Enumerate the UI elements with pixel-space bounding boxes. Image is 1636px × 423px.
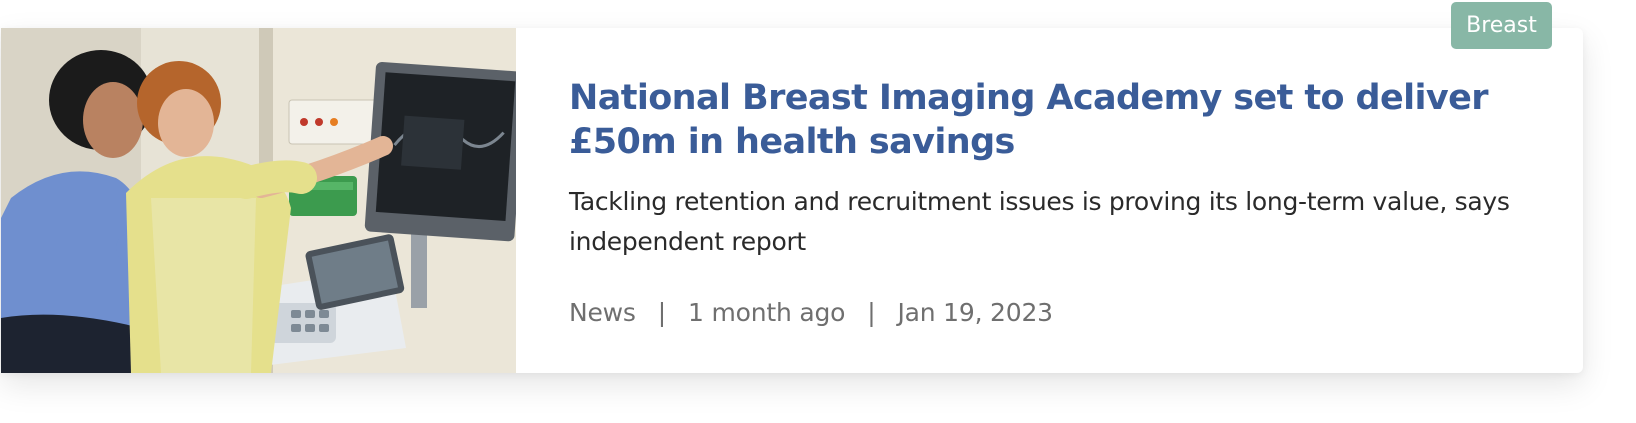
article-content: National Breast Imaging Academy set to d…	[516, 28, 1583, 373]
meta-separator: |	[867, 298, 876, 327]
meta-separator: |	[657, 298, 666, 327]
news-card[interactable]: National Breast Imaging Academy set to d…	[1, 28, 1583, 373]
article-date: Jan 19, 2023	[897, 298, 1053, 327]
category-tag[interactable]: Breast	[1451, 2, 1552, 49]
article-title[interactable]: National Breast Imaging Academy set to d…	[569, 76, 1543, 164]
article-type: News	[569, 298, 636, 327]
article-summary: Tackling retention and recruitment issue…	[569, 187, 1510, 256]
article-meta: News | 1 month ago | Jan 19, 2023	[569, 296, 1543, 330]
photo-thumbnail	[1, 28, 516, 373]
article-thumbnail[interactable]	[1, 28, 516, 373]
article-relative-time: 1 month ago	[688, 298, 846, 327]
